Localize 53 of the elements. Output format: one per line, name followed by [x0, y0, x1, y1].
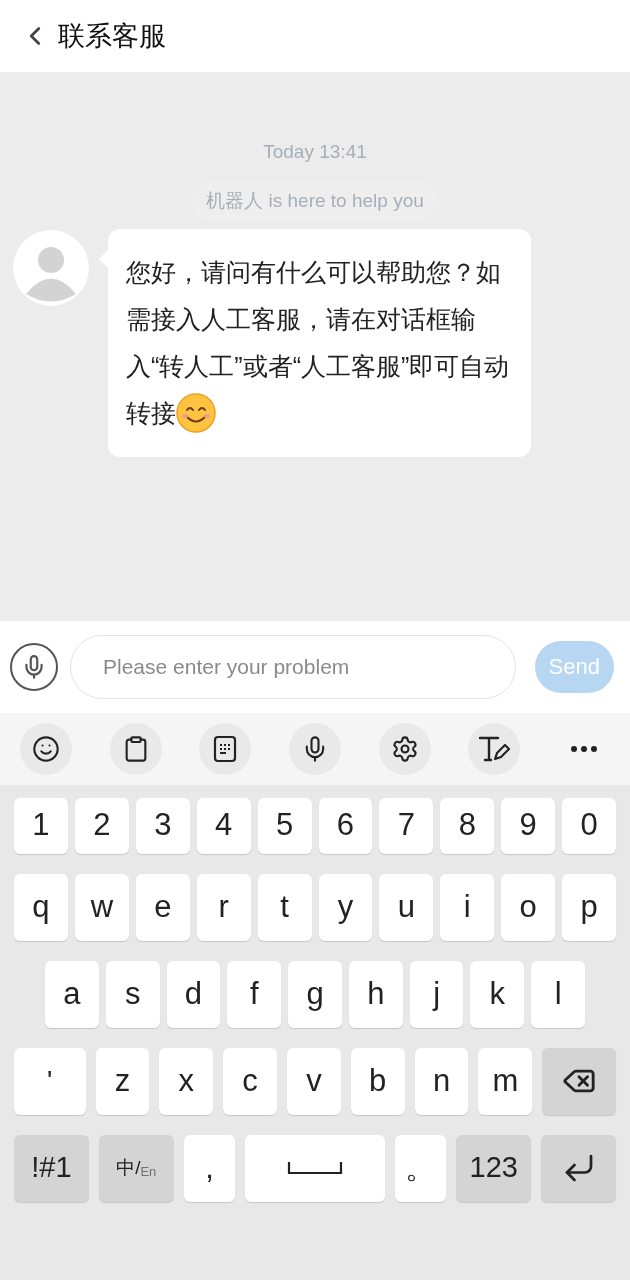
- keyboard-key[interactable]: y: [318, 873, 373, 941]
- keyboard-key[interactable]: 5: [257, 797, 312, 854]
- keyboard-key[interactable]: l: [531, 960, 586, 1028]
- message-input-field[interactable]: Please enter your problem: [70, 634, 516, 699]
- keyboard-key[interactable]: 2: [74, 797, 129, 854]
- keyboard-key[interactable]: h: [348, 960, 403, 1028]
- keyboard-key[interactable]: 6: [318, 797, 373, 854]
- keyboard-key[interactable]: 1: [14, 797, 68, 854]
- keyboard-key[interactable]: f: [227, 960, 282, 1028]
- more-icon: [570, 745, 597, 752]
- keyboard-key[interactable]: z: [95, 1047, 150, 1115]
- keyboard-key[interactable]: q: [14, 873, 68, 941]
- keyboard-key[interactable]: n: [414, 1047, 469, 1115]
- emoji-icon: [32, 734, 60, 763]
- keyboard-key[interactable]: b: [350, 1047, 405, 1115]
- keyboard-key[interactable]: w: [74, 873, 129, 941]
- keyboard-key[interactable]: 8: [440, 797, 495, 854]
- keyboard-key[interactable]: g: [288, 960, 342, 1028]
- timestamp: Today 13:41: [263, 140, 367, 164]
- keyboard-key[interactable]: ': [14, 1047, 86, 1115]
- enter-key[interactable]: [541, 1134, 616, 1202]
- keyboard-key[interactable]: m: [478, 1047, 533, 1115]
- page-title: 联系客服: [58, 19, 166, 53]
- voice-button[interactable]: [10, 642, 58, 691]
- keyboard-key[interactable]: e: [135, 873, 190, 941]
- keyboard-key[interactable]: ,: [183, 1134, 236, 1202]
- backspace-key[interactable]: [542, 1047, 616, 1115]
- keyboard-key[interactable]: p: [562, 873, 617, 941]
- message-text: 您好，请问有什么可以帮助您？如需接入人工客服，请在对话框输入“转人工”或者“人工客服”即可自动转接: [126, 258, 510, 427]
- keyboard-key[interactable]: i: [440, 873, 495, 941]
- keyboard-key[interactable]: t: [257, 873, 312, 941]
- keyboard-key[interactable]: x: [159, 1047, 214, 1115]
- keyboard-key[interactable]: 9: [501, 797, 556, 854]
- keyboard-key[interactable]: s: [105, 960, 160, 1028]
- keyboard-key[interactable]: u: [379, 873, 434, 941]
- keyboard-key[interactable]: d: [166, 960, 221, 1028]
- keyboard-key[interactable]: 3: [135, 797, 190, 854]
- settings-icon: [390, 734, 419, 763]
- space-icon: [287, 1161, 343, 1175]
- keyboard-key[interactable]: a: [45, 960, 99, 1028]
- keyboard-key[interactable]: 4: [196, 797, 251, 854]
- keyboard-key[interactable]: !#1: [14, 1134, 89, 1202]
- keyboard-key[interactable]: 。: [394, 1134, 447, 1202]
- keyboard-key[interactable]: c: [223, 1047, 277, 1115]
- keypad-icon: [212, 734, 239, 763]
- keyboard-key[interactable]: v: [287, 1047, 341, 1115]
- keyboard-key[interactable]: k: [470, 960, 525, 1028]
- keyboard-key[interactable]: j: [409, 960, 464, 1028]
- keyboard-key[interactable]: r: [196, 873, 251, 941]
- keyboard-key[interactable]: o: [501, 873, 556, 941]
- keyboard-key[interactable]: 7: [379, 797, 434, 854]
- keyboard-key[interactable]: 123: [456, 1134, 532, 1202]
- keyboard-key[interactable]: 0: [562, 797, 617, 854]
